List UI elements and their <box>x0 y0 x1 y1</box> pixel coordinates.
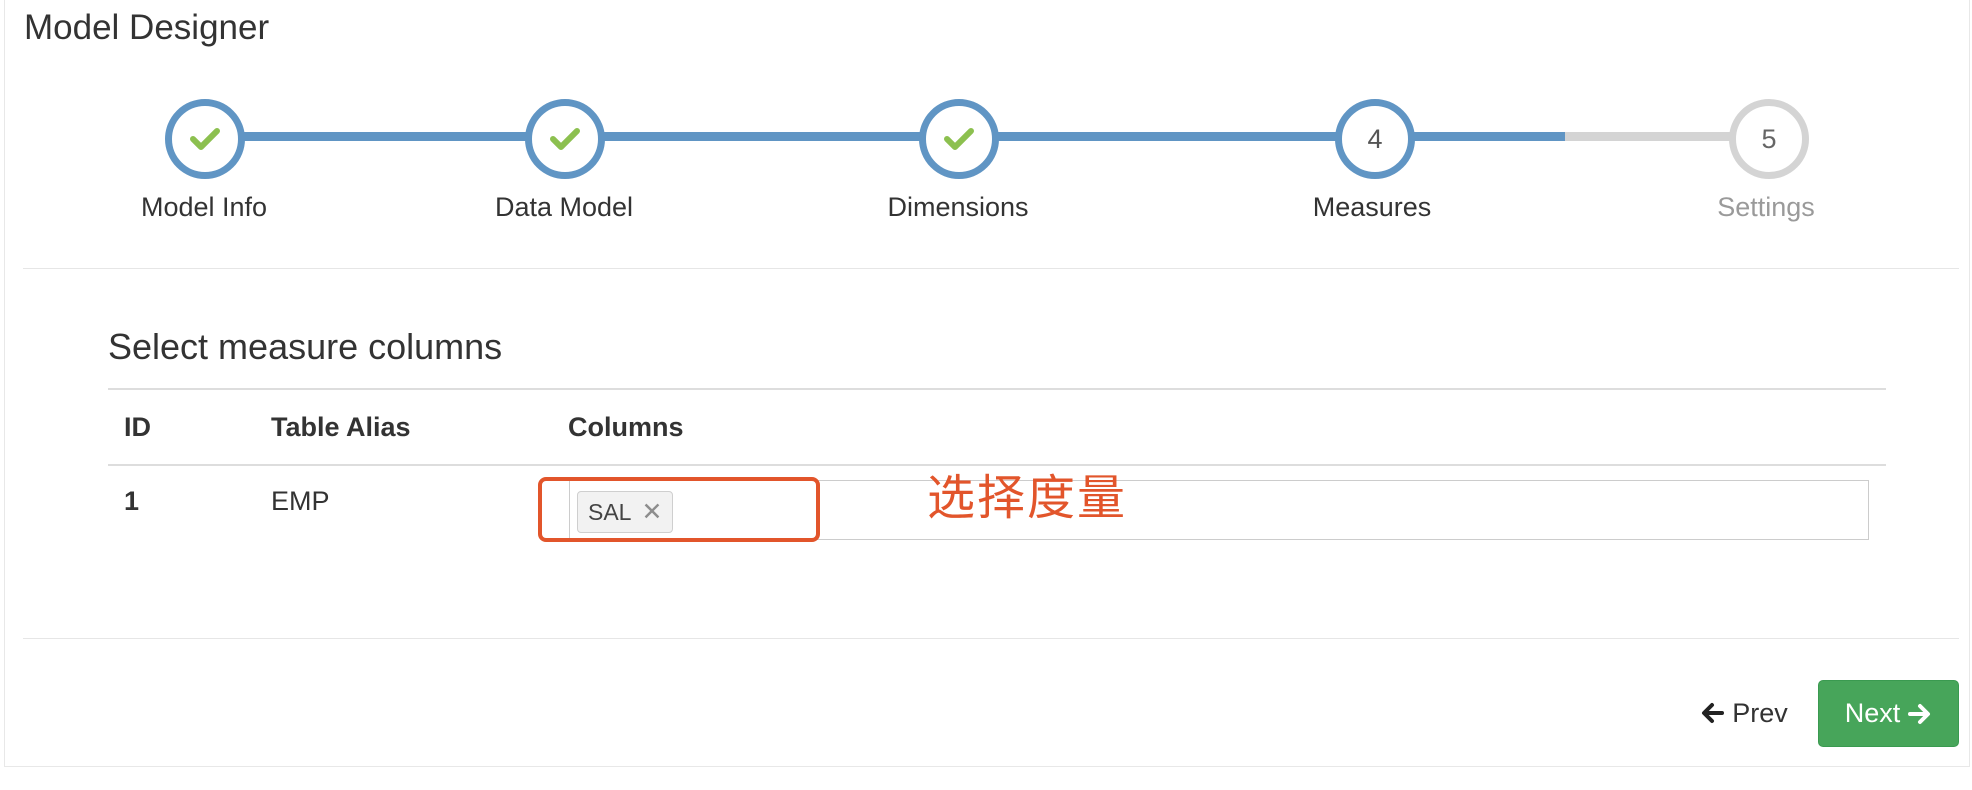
check-icon <box>190 128 220 150</box>
progress-track-remaining <box>1565 132 1732 141</box>
step-data-model[interactable] <box>525 99 605 179</box>
wizard-stepper: Model Info Data Model Dimensions 4 Measu… <box>0 0 1972 260</box>
selected-column-tag: SAL ✕ <box>577 491 674 533</box>
divider <box>23 268 1959 269</box>
remove-tag-icon[interactable]: ✕ <box>641 499 662 525</box>
row-table-alias: EMP <box>271 486 330 516</box>
step-number: 5 <box>1761 123 1777 154</box>
step-model-info[interactable] <box>165 99 245 179</box>
table-header-row: ID Table Alias Columns <box>108 388 1886 466</box>
step-label-model-info: Model Info <box>140 192 268 222</box>
arrow-right-icon <box>1908 703 1931 724</box>
check-icon <box>550 128 580 150</box>
next-button-label: Next <box>1844 698 1901 728</box>
step-dimensions[interactable] <box>919 99 999 179</box>
prev-button[interactable]: Prev <box>1688 680 1800 746</box>
step-label-dimensions: Dimensions <box>887 192 1029 222</box>
divider <box>23 638 1959 639</box>
step-settings[interactable]: 5 <box>1729 99 1809 179</box>
column-header-columns: Columns <box>552 388 1886 466</box>
step-number: 4 <box>1367 123 1383 154</box>
step-label-measures: Measures <box>1312 192 1432 222</box>
annotation-text: 选择度量 <box>927 470 1128 526</box>
measure-columns-select[interactable]: SAL ✕ <box>569 480 1869 540</box>
arrow-left-icon <box>1702 703 1725 723</box>
next-button[interactable]: Next <box>1818 680 1959 747</box>
step-label-settings: Settings <box>1717 192 1815 222</box>
selected-column-label: SAL <box>588 498 632 525</box>
column-header-table-alias: Table Alias <box>255 388 552 466</box>
prev-button-label: Prev <box>1732 697 1788 728</box>
row-id: 1 <box>124 486 140 516</box>
section-title: Select measure columns <box>108 326 503 367</box>
column-header-id: ID <box>108 388 255 466</box>
step-measures[interactable]: 4 <box>1335 99 1415 179</box>
check-icon <box>944 128 974 150</box>
step-label-data-model: Data Model <box>494 192 634 222</box>
